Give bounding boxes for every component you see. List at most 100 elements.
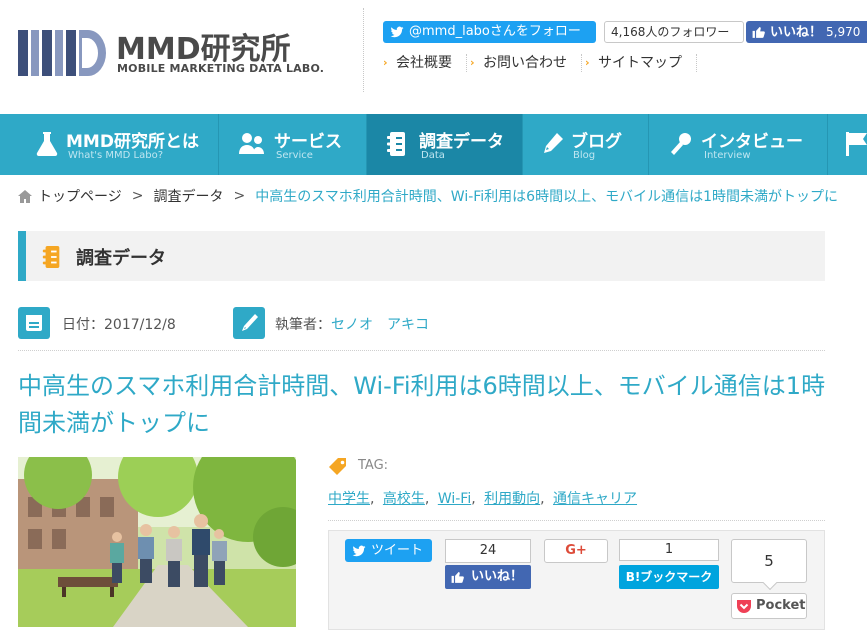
pocket-icon bbox=[737, 600, 751, 613]
tag-link[interactable]: 中学生 bbox=[328, 491, 370, 507]
author-name[interactable]: セノオ アキコ bbox=[331, 317, 429, 333]
article-date: 日付：2017/12/8 bbox=[62, 317, 176, 333]
site-header: MMD研究所 MOBILE MARKETING DATA LABO. @mmd_… bbox=[0, 0, 867, 114]
microphone-icon bbox=[671, 133, 691, 155]
nav-item-about[interactable]: MMD研究所とは What's MMD Labo? bbox=[0, 114, 219, 175]
header-link-label: サイトマップ bbox=[598, 55, 682, 71]
hatena-bookmark-count: 1 bbox=[619, 539, 719, 561]
tag-link[interactable]: Wi-Fi bbox=[438, 491, 471, 507]
chevron-right-icon: › bbox=[470, 56, 475, 69]
notebook-icon bbox=[387, 132, 405, 156]
breadcrumb-separator: > bbox=[233, 188, 246, 204]
tag-icon bbox=[329, 458, 346, 475]
article-meta: 日付：2017/12/8 執筆者：セノオ アキコ bbox=[18, 307, 825, 339]
twitter-follower-count[interactable]: 4,168人のフォロワー bbox=[604, 21, 744, 43]
pocket-button[interactable]: Pocket bbox=[731, 593, 807, 619]
pen-icon bbox=[233, 307, 265, 339]
meta-divider bbox=[18, 350, 825, 351]
pocket-share: 5 Pocket bbox=[731, 539, 807, 621]
calendar-icon bbox=[18, 307, 50, 339]
facebook-like-label: いいね！ bbox=[770, 25, 823, 40]
nav-item-service[interactable]: サービス Service bbox=[219, 114, 367, 175]
breadcrumb-current[interactable]: 中高生のスマホ利用合計時間、Wi-Fi利用は6時間以上、モバイル通信は1時間未満… bbox=[255, 186, 838, 206]
header-link-contact[interactable]: › お問い合わせ bbox=[467, 54, 582, 72]
nav-sublabel: Interview bbox=[704, 150, 751, 161]
facebook-like-share-button[interactable]: いいね！ bbox=[445, 565, 531, 589]
nav-label: サービス bbox=[274, 132, 342, 152]
facebook-like-share-label: いいね！ bbox=[471, 569, 524, 584]
author-label: 執筆者： bbox=[275, 317, 331, 333]
home-icon bbox=[18, 189, 32, 203]
chevron-right-icon: › bbox=[585, 56, 590, 69]
share-buttons: ツイート 24 いいね！ G+ 1 B!ブックマーク 5 Pocket bbox=[328, 530, 825, 630]
nav-label: インタビュー bbox=[701, 132, 803, 152]
tag-link[interactable]: 利用動向 bbox=[484, 491, 540, 507]
breadcrumb-section[interactable]: 調査データ bbox=[153, 186, 223, 206]
section-header: 調査データ bbox=[18, 231, 825, 281]
article-title: 中高生のスマホ利用合計時間、Wi-Fi利用は6時間以上、モバイル通信は1時間未満… bbox=[18, 372, 826, 437]
tag-link[interactable]: 通信キャリア bbox=[553, 491, 637, 507]
hatena-bookmark-button[interactable]: B!ブックマーク bbox=[619, 565, 719, 589]
article-thumbnail bbox=[18, 457, 296, 627]
global-nav: MMD研究所とは What's MMD Labo? サービス Service 調… bbox=[0, 114, 867, 175]
twitter-bird-icon bbox=[390, 26, 404, 38]
header-link-sitemap[interactable]: › サイトマップ bbox=[582, 54, 697, 72]
tag-separator: , bbox=[471, 491, 476, 507]
breadcrumb-separator: > bbox=[131, 188, 144, 204]
chevron-right-icon: › bbox=[383, 56, 388, 69]
tag-link[interactable]: 高校生 bbox=[383, 491, 425, 507]
facebook-share-count: 24 bbox=[445, 539, 531, 563]
tag-separator: , bbox=[370, 491, 375, 507]
thumbs-up-icon bbox=[451, 572, 464, 583]
thumbs-up-icon bbox=[752, 27, 765, 38]
students-walking-image bbox=[18, 457, 296, 627]
nav-sublabel: Service bbox=[276, 150, 313, 161]
mmd-logo-mark-icon bbox=[18, 30, 106, 76]
nav-item-next[interactable] bbox=[828, 114, 867, 175]
pocket-count: 5 bbox=[731, 539, 807, 583]
nav-label: ブログ bbox=[571, 132, 622, 152]
nav-label: MMD研究所とは bbox=[66, 132, 199, 152]
nav-sublabel: Blog bbox=[573, 150, 596, 161]
breadcrumb: トップページ > 調査データ > 中高生のスマホ利用合計時間、Wi-Fi利用は6… bbox=[18, 186, 838, 206]
tags-divider bbox=[328, 520, 825, 521]
tweet-label: ツイート bbox=[371, 543, 424, 558]
facebook-like-button[interactable]: いいね！ 5,970 bbox=[746, 21, 867, 43]
header-divider bbox=[363, 8, 364, 92]
header-link-label: 会社概要 bbox=[396, 55, 452, 71]
google-plus-button[interactable]: G+ bbox=[544, 539, 608, 563]
twitter-bird-icon bbox=[352, 545, 366, 557]
twitter-follow-button[interactable]: @mmd_laboさんをフォロー bbox=[383, 21, 596, 43]
site-logo[interactable]: MMD研究所 MOBILE MARKETING DATA LABO. bbox=[18, 24, 324, 80]
article-author: 執筆者：セノオ アキコ bbox=[275, 314, 429, 334]
nav-sublabel: What's MMD Labo? bbox=[68, 150, 164, 161]
facebook-like-count: 5,970 bbox=[826, 25, 861, 39]
twitter-follow-label: @mmd_laboさんをフォロー bbox=[409, 24, 581, 39]
pocket-label: Pocket bbox=[756, 598, 806, 613]
facebook-share: 24 いいね！ bbox=[445, 539, 531, 589]
flag-icon bbox=[846, 132, 867, 156]
nav-item-data[interactable]: 調査データ Data bbox=[367, 114, 523, 175]
tweet-button[interactable]: ツイート bbox=[345, 539, 432, 562]
nav-sublabel: Data bbox=[421, 150, 445, 161]
header-links: › 会社概要 › お問い合わせ › サイトマップ bbox=[380, 54, 697, 74]
breadcrumb-home[interactable]: トップページ bbox=[38, 186, 122, 206]
nav-item-blog[interactable]: ブログ Blog bbox=[523, 114, 649, 175]
tag-separator: , bbox=[540, 491, 545, 507]
hatena-bookmark-share: 1 B!ブックマーク bbox=[619, 539, 719, 589]
notebook-icon bbox=[42, 246, 60, 268]
nav-item-interview[interactable]: インタビュー Interview bbox=[649, 114, 828, 175]
tag-list: 中学生, 高校生, Wi-Fi, 利用動向, 通信キャリア bbox=[328, 488, 825, 508]
tag-separator: , bbox=[424, 491, 430, 507]
flask-icon bbox=[36, 132, 58, 156]
logo-subtitle: MOBILE MARKETING DATA LABO. bbox=[117, 62, 325, 75]
header-link-label: お問い合わせ bbox=[483, 55, 567, 71]
users-icon bbox=[239, 133, 264, 154]
header-link-company[interactable]: › 会社概要 bbox=[380, 54, 467, 72]
section-title: 調査データ bbox=[76, 248, 166, 269]
pencil-icon bbox=[544, 133, 563, 153]
nav-label: 調査データ bbox=[419, 132, 504, 152]
tag-area: TAG: 中学生, 高校生, Wi-Fi, 利用動向, 通信キャリア bbox=[328, 456, 825, 508]
tag-header: TAG: bbox=[328, 456, 825, 478]
tag-label: TAG: bbox=[358, 458, 389, 473]
